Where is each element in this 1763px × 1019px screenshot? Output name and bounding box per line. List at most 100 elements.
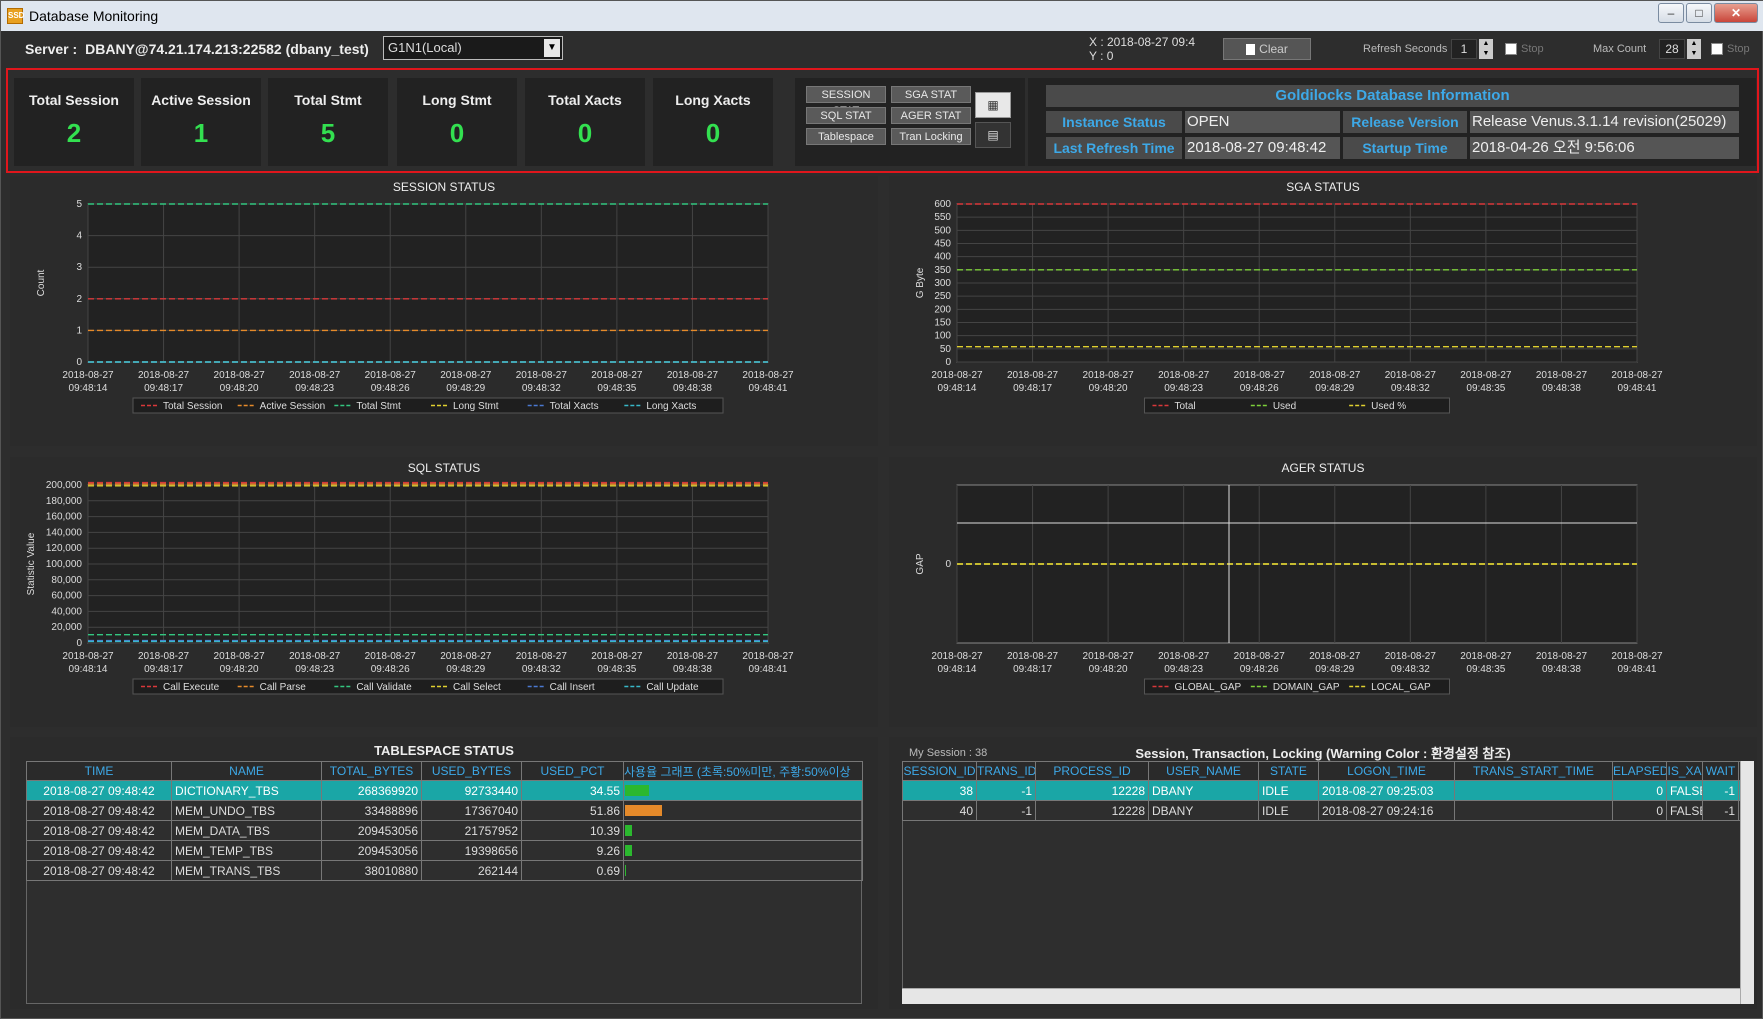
legend-label: DOMAIN_GAP: [1273, 682, 1340, 693]
x-tick-label: 09:48:26: [371, 383, 410, 394]
table-cell-name: MEM_UNDO_TBS: [171, 800, 322, 821]
y-tick-label: 0: [76, 357, 82, 368]
sql-stat-button[interactable]: SQL STAT: [806, 107, 886, 124]
session-title: Session, Transaction, Locking (Warning C…: [1135, 746, 1511, 761]
stop2-checkbox[interactable]: [1711, 43, 1723, 55]
column-header[interactable]: USER_NAME: [1148, 761, 1259, 781]
column-header[interactable]: TIME: [26, 761, 172, 781]
table-cell-used: 262144: [421, 860, 522, 881]
clear-button[interactable]: Clear: [1223, 38, 1311, 60]
column-header[interactable]: PROCESS_ID: [1035, 761, 1149, 781]
x-tick-label: 09:48:23: [295, 383, 334, 394]
minimize-button[interactable]: –: [1658, 3, 1684, 23]
y-tick-label: 400: [934, 252, 951, 263]
table-row[interactable]: 2018-08-27 09:48:42 MEM_DATA_TBS 209453056…: [26, 820, 863, 841]
x-tick-label: 2018-08-27: [1385, 651, 1437, 662]
max-count-label: Max Count: [1593, 43, 1647, 55]
table-cell-name: MEM_DATA_TBS: [171, 820, 322, 841]
session-stat-button[interactable]: SESSION STAT: [806, 86, 886, 117]
table-cell-time: 2018-08-27 09:48:42: [26, 800, 172, 821]
table-row[interactable]: 38 -1 12228 DBANY IDLE 2018-08-27 09:25:03 0 FA…: [902, 780, 1741, 801]
last-refresh-label: Last Refresh Time: [1046, 137, 1182, 159]
close-button[interactable]: ✕: [1714, 3, 1758, 23]
table-row[interactable]: 2018-08-27 09:48:42 DICTIONARY_TBS 2683699…: [26, 780, 863, 801]
max-count-stepper[interactable]: ▲ ▼: [1687, 39, 1701, 59]
x-tick-label: 2018-08-27: [1083, 370, 1135, 381]
column-header[interactable]: SESSION_ID: [902, 761, 977, 781]
legend-label: Call Update: [646, 682, 699, 693]
x-tick-label: 09:48:32: [522, 383, 561, 394]
column-header[interactable]: 사용율 그래프 (초록:50%미만, 주황:50%이상: [623, 761, 863, 781]
column-header[interactable]: USED_BYTES: [421, 761, 522, 781]
column-header[interactable]: IS_XA: [1666, 761, 1703, 781]
refresh-stepper[interactable]: ▲ ▼: [1479, 39, 1493, 59]
sga-stat-button[interactable]: SGA STAT: [891, 86, 971, 103]
table-cell-name: MEM_TEMP_TBS: [171, 840, 322, 861]
table-row[interactable]: 2018-08-27 09:48:42 MEM_UNDO_TBS 33488896 1…: [26, 800, 863, 821]
table-cell-time: 2018-08-27 09:48:42: [26, 840, 172, 861]
x-tick-label: 2018-08-27: [289, 651, 341, 662]
table-cell-user: DBANY: [1148, 780, 1259, 801]
x-tick-label: 09:48:17: [1013, 383, 1052, 394]
server-bar: Server : DBANY@74.21.174.213:22582 (dban…: [7, 31, 1757, 67]
horizontal-scrollbar[interactable]: [902, 988, 1740, 1004]
ager-stat-button[interactable]: AGER STAT: [891, 107, 971, 124]
tablespace-button[interactable]: Tablespace: [806, 128, 886, 145]
x-tick-label: 09:48:14: [69, 664, 108, 675]
y-tick-label: 300: [934, 278, 951, 289]
x-tick-label: 2018-08-27: [1460, 370, 1512, 381]
list-view-icon[interactable]: ▤: [975, 122, 1011, 148]
table-cell-tstart: [1454, 780, 1613, 801]
column-header[interactable]: STATE: [1258, 761, 1319, 781]
y-tick-label: 3: [76, 262, 82, 273]
column-header[interactable]: TRANS_ID: [976, 761, 1036, 781]
table-row[interactable]: 2018-08-27 09:48:42 MEM_TRANS_TBS 38010880…: [26, 860, 863, 881]
column-header[interactable]: LOGON_TIME: [1318, 761, 1455, 781]
table-cell-total: 38010880: [321, 860, 422, 881]
table-cell-total: 33488896: [321, 800, 422, 821]
stop-label: Stop: [1521, 43, 1544, 55]
x-tick-label: 2018-08-27: [667, 651, 719, 662]
vertical-scrollbar[interactable]: [1740, 761, 1754, 1004]
stop-checkbox[interactable]: [1505, 43, 1517, 55]
table-cell-used: 19398656: [421, 840, 522, 861]
maximize-button[interactable]: □: [1686, 3, 1712, 23]
table-row[interactable]: 2018-08-27 09:48:42 MEM_TEMP_TBS 209453056…: [26, 840, 863, 861]
table-row[interactable]: 40 -1 12228 DBANY IDLE 2018-08-27 09:24:16 0 FA…: [902, 800, 1741, 821]
y-tick-label: 80,000: [51, 575, 82, 586]
x-tick-label: 2018-08-27: [440, 651, 492, 662]
x-tick-label: 09:48:14: [938, 664, 977, 675]
x-tick-label: 09:48:29: [446, 383, 485, 394]
column-header[interactable]: NAME: [171, 761, 322, 781]
column-header[interactable]: ELAPSED: [1612, 761, 1667, 781]
y-tick-label: 350: [934, 265, 951, 276]
column-header[interactable]: TRANS_START_TIME: [1454, 761, 1613, 781]
refresh-seconds-input[interactable]: 1: [1451, 39, 1477, 59]
y-tick-label: 600: [934, 199, 951, 210]
chevron-down-icon[interactable]: ▼: [544, 39, 560, 57]
stat-label: Active Session: [151, 92, 251, 108]
table-cell-pid: 12228: [1035, 800, 1149, 821]
y-axis-label: Count: [36, 269, 47, 296]
table-cell-wait: -1: [1702, 800, 1739, 821]
table-cell-tid: -1: [976, 780, 1036, 801]
table-cell-name: DICTIONARY_TBS: [171, 780, 322, 801]
usage-graph-cell: [623, 840, 863, 861]
grid-view-icon[interactable]: ▦: [975, 92, 1011, 118]
column-header[interactable]: TOTAL_BYTES: [321, 761, 422, 781]
max-count-input[interactable]: 28: [1659, 39, 1685, 59]
x-tick-label: 09:48:17: [144, 383, 183, 394]
tran-locking-button[interactable]: Tran Locking: [891, 128, 971, 145]
db-info-panel: Goldilocks Database Information Instance…: [1028, 78, 1756, 166]
x-tick-label: 09:48:14: [938, 383, 977, 394]
cursor-coords: X : 2018-08-27 09:4 Y : 0: [1089, 35, 1195, 63]
table-cell-name: MEM_TRANS_TBS: [171, 860, 322, 881]
x-tick-label: 2018-08-27: [289, 370, 341, 381]
column-header[interactable]: WAIT: [1702, 761, 1739, 781]
group-select[interactable]: G1N1(Local) ▼: [383, 36, 563, 60]
column-header[interactable]: USED_PCT: [521, 761, 624, 781]
y-tick-label: 250: [934, 291, 951, 302]
x-tick-label: 09:48:20: [1089, 664, 1128, 675]
x-tick-label: 09:48:38: [1542, 664, 1581, 675]
session-panel: My Session : 38 Session, Transaction, Lo…: [889, 737, 1757, 1009]
